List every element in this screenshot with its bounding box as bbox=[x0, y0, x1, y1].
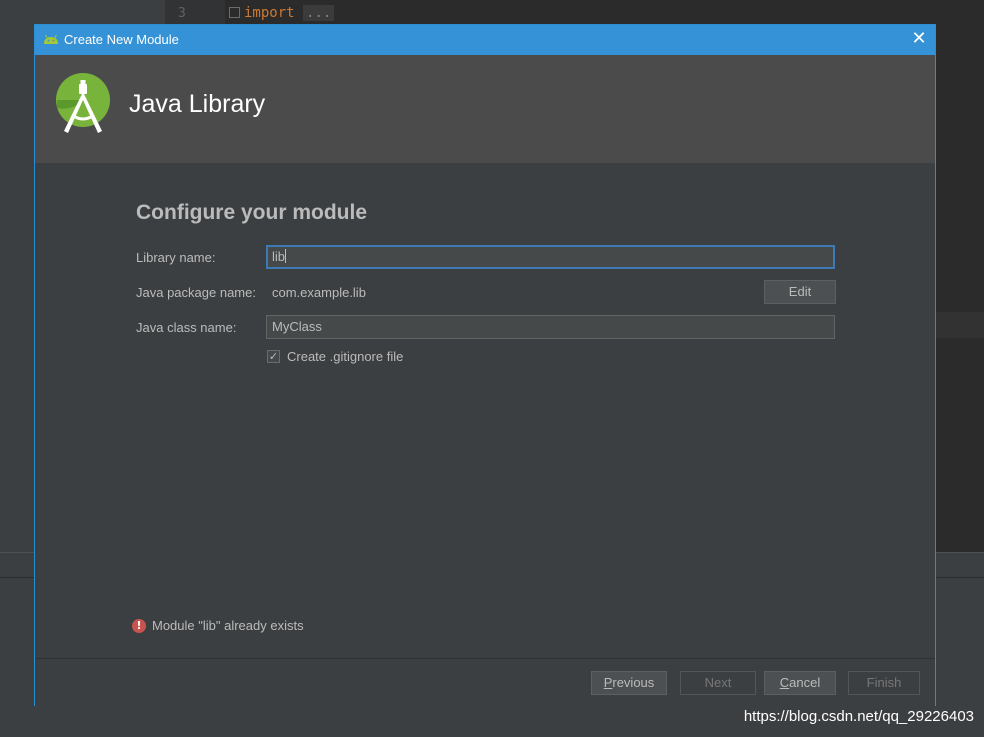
error-icon: ! bbox=[132, 618, 146, 633]
ide-highlight-band bbox=[935, 312, 984, 338]
header-title: Java Library bbox=[129, 90, 266, 118]
error-message: Module "lib" already exists bbox=[152, 618, 304, 633]
library-name-input[interactable]: lib bbox=[266, 245, 835, 269]
fold-plus-icon[interactable] bbox=[229, 7, 240, 18]
gitignore-label[interactable]: Create .gitignore file bbox=[287, 349, 403, 364]
cancel-label-rest: ancel bbox=[789, 675, 821, 690]
dialog-title: Create New Module bbox=[64, 32, 179, 47]
text-caret bbox=[285, 249, 287, 263]
close-icon[interactable]: ✕ bbox=[909, 29, 929, 49]
section-title: Configure your module bbox=[136, 201, 367, 224]
previous-label-rest: revious bbox=[612, 675, 655, 690]
code-keyword: import bbox=[244, 5, 295, 21]
ide-line-number: 3 bbox=[178, 6, 186, 21]
next-button[interactable]: Next bbox=[680, 671, 756, 695]
previous-button[interactable]: Previous bbox=[591, 671, 667, 695]
validation-message: ! Module "lib" already exists bbox=[132, 618, 304, 633]
dialog-titlebar[interactable]: Create New Module ✕ bbox=[35, 25, 935, 55]
create-module-dialog: Create New Module ✕ Java Library Configu… bbox=[34, 24, 936, 706]
package-name-label: Java package name: bbox=[136, 285, 256, 300]
edit-package-button[interactable]: Edit bbox=[764, 280, 836, 304]
android-studio-logo-icon bbox=[56, 73, 110, 133]
cancel-mnemonic: C bbox=[779, 675, 790, 690]
cancel-button[interactable]: Cancel bbox=[764, 671, 836, 695]
class-name-label: Java class name: bbox=[136, 320, 237, 335]
dialog-content: Configure your module Library name: lib … bbox=[35, 163, 935, 658]
class-name-input[interactable]: MyClass bbox=[266, 315, 835, 339]
code-fold-placeholder[interactable]: ... bbox=[303, 5, 335, 21]
watermark-url: https://blog.csdn.net/qq_29226403 bbox=[743, 708, 974, 725]
gitignore-checkbox[interactable]: ✓ bbox=[267, 350, 280, 363]
finish-button[interactable]: Finish bbox=[848, 671, 920, 695]
dialog-header: Java Library bbox=[35, 55, 935, 163]
gitignore-option[interactable]: ✓ Create .gitignore file bbox=[267, 349, 403, 364]
android-studio-icon bbox=[44, 34, 58, 44]
library-name-label: Library name: bbox=[136, 250, 216, 265]
library-name-value: lib bbox=[272, 249, 286, 264]
ide-code-line: import ... bbox=[244, 5, 335, 21]
package-name-value: com.example.lib bbox=[272, 285, 366, 300]
dialog-footer: Previous Next Cancel Finish bbox=[35, 658, 935, 706]
